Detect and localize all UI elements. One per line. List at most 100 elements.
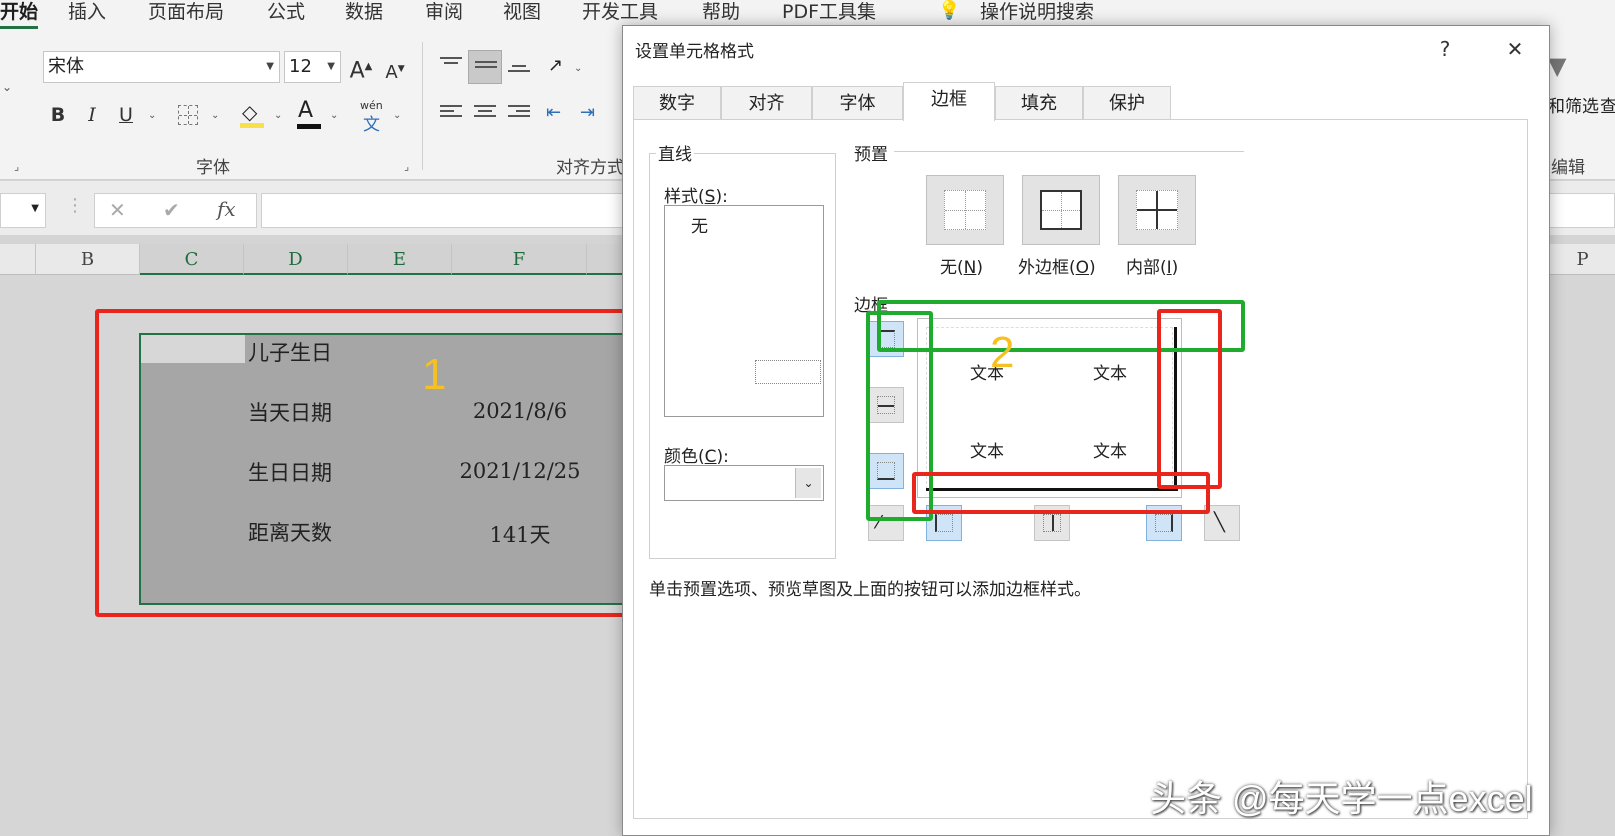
group-divider <box>422 42 423 170</box>
decrease-indent-icon[interactable]: ⇤ <box>546 102 561 123</box>
tab-alignment[interactable]: 对齐 <box>721 86 812 120</box>
style-none-option[interactable]: 无 <box>691 212 708 237</box>
line-style-list[interactable]: 无 <box>664 205 824 417</box>
color-label: 颜色(C): <box>664 447 729 467</box>
fill-color-icon[interactable]: ◇ <box>242 100 257 124</box>
column-f[interactable]: F <box>452 244 587 275</box>
close-button[interactable]: ✕ <box>1495 32 1535 66</box>
preset-outline-icon <box>1040 190 1082 230</box>
fill-color-swatch <box>240 123 264 128</box>
chevron-down-icon: ▼ <box>266 61 274 72</box>
tab-view[interactable]: 视图 <box>503 0 541 24</box>
tab-review[interactable]: 审阅 <box>425 0 463 24</box>
tab-protection[interactable]: 保护 <box>1083 86 1171 120</box>
alignment-group-label: 对齐方式 <box>556 158 624 178</box>
annotation-red-box-right <box>1157 309 1222 489</box>
name-box[interactable]: ▼ <box>0 193 46 228</box>
sort-filter-button[interactable]: 和筛选 <box>1548 92 1599 117</box>
chevron-down-icon[interactable]: ⌄ <box>148 110 156 121</box>
chevron-down-icon[interactable]: ⌄ <box>2 80 12 94</box>
tell-me-search[interactable]: 操作说明搜索 <box>980 0 1094 24</box>
preset-inside-button[interactable] <box>1118 175 1196 245</box>
middle-align-button[interactable] <box>468 50 502 84</box>
preset-group-label: 预置 <box>852 140 890 165</box>
enter-icon[interactable]: ✔ <box>163 198 180 222</box>
chevron-down-icon[interactable]: ⌄ <box>393 110 401 121</box>
align-right-icon[interactable] <box>508 105 530 123</box>
annotation-red-box-1 <box>95 309 628 617</box>
dialog-titlebar[interactable]: 设置单元格格式 ? ✕ <box>623 26 1549 72</box>
column-e[interactable]: E <box>348 244 452 275</box>
italic-button[interactable]: I <box>78 101 106 129</box>
dialog-tabs: 数字 对齐 字体 边框 填充 保护 <box>633 82 1533 121</box>
editing-group-label: 编辑 <box>1551 158 1585 178</box>
tab-border[interactable]: 边框 <box>903 82 995 121</box>
font-size-combo[interactable]: 12 ▼ <box>284 51 341 83</box>
chevron-down-icon[interactable]: ⌄ <box>574 63 582 74</box>
preset-outline-button[interactable] <box>1022 175 1100 245</box>
column-g[interactable] <box>587 244 627 275</box>
chevron-down-icon[interactable]: ⌄ <box>274 110 282 121</box>
column-p[interactable]: P <box>1550 244 1615 275</box>
select-all-corner[interactable] <box>0 244 36 275</box>
insert-function-button[interactable]: fx <box>217 197 236 221</box>
chevron-down-icon[interactable]: ⌄ <box>211 110 219 121</box>
drag-handle-icon[interactable]: ⋮ <box>66 195 84 216</box>
tab-developer[interactable]: 开发工具 <box>582 0 658 24</box>
bold-button[interactable]: B <box>44 101 72 129</box>
orientation-icon[interactable]: ↗ <box>548 55 563 76</box>
shrink-font-button[interactable]: A▼ <box>381 55 409 83</box>
underline-button[interactable]: U <box>112 101 140 129</box>
font-group-label: 字体 <box>196 158 230 178</box>
diagonal-down-icon: ╲ <box>1214 512 1225 533</box>
filter-icon[interactable]: ▼ <box>1548 52 1566 80</box>
align-center-icon[interactable] <box>474 105 496 123</box>
dialog-launcher-icon[interactable]: ⌟ <box>14 160 19 173</box>
increase-indent-icon[interactable]: ⇥ <box>580 102 595 123</box>
watermark: 头条 @每天学一点excel <box>1150 778 1533 819</box>
lightbulb-icon[interactable]: 💡 <box>938 0 960 21</box>
column-c[interactable]: C <box>140 244 244 275</box>
chevron-down-icon: ▼ <box>327 61 335 72</box>
column-b[interactable]: B <box>36 244 140 275</box>
preset-inside-icon <box>1136 190 1178 230</box>
font-color-button[interactable]: A <box>298 98 313 123</box>
tab-formulas[interactable]: 公式 <box>267 0 305 24</box>
hint-text: 单击预置选项、预览草图及上面的按钮可以添加边框样式。 <box>649 580 1091 600</box>
tab-font[interactable]: 字体 <box>812 86 903 120</box>
chevron-down-icon[interactable]: ⌄ <box>330 110 338 121</box>
tab-home[interactable]: 开始 <box>0 0 39 29</box>
preset-none-label: 无(N) <box>940 258 983 278</box>
font-name-value: 宋体 <box>48 56 84 77</box>
border-tab-panel: 直线 样式(S): 无 颜色(C): ⌄ 预置 无(N) 外边框(O) 内部(I… <box>633 119 1528 819</box>
cancel-icon[interactable]: ✕ <box>109 198 126 222</box>
bottom-align-icon[interactable] <box>508 65 530 83</box>
preset-none-button[interactable] <box>926 175 1004 245</box>
tab-fill[interactable]: 填充 <box>995 86 1083 120</box>
annotation-number-1: 1 <box>422 350 447 399</box>
font-dialog-launcher-icon[interactable]: ⌟ <box>404 160 409 173</box>
top-align-icon[interactable] <box>440 57 462 75</box>
find-select-button[interactable]: 查 <box>1600 92 1615 117</box>
font-size-value: 12 <box>289 56 312 77</box>
grow-font-button[interactable]: A▲ <box>347 53 375 83</box>
column-d[interactable]: D <box>244 244 348 275</box>
dialog-title: 设置单元格格式 <box>635 42 754 62</box>
dotted-style-option[interactable] <box>755 360 821 384</box>
tab-pdf-tools[interactable]: PDF工具集 <box>782 0 876 24</box>
phonetic-guide-button[interactable]: 文 <box>363 110 380 135</box>
borders-icon[interactable] <box>178 105 198 125</box>
tab-number[interactable]: 数字 <box>633 86 721 120</box>
tab-help[interactable]: 帮助 <box>702 0 740 24</box>
tab-data[interactable]: 数据 <box>345 0 383 24</box>
chevron-down-icon: ⌄ <box>795 468 821 498</box>
annotation-red-box-bottom <box>912 472 1210 514</box>
color-dropdown[interactable]: ⌄ <box>664 465 824 501</box>
tab-insert[interactable]: 插入 <box>68 0 106 24</box>
preview-text: 文本 <box>970 442 1004 462</box>
help-button[interactable]: ? <box>1425 32 1465 66</box>
align-left-icon[interactable] <box>440 105 462 123</box>
font-name-combo[interactable]: 宋体 ▼ <box>43 51 280 83</box>
preset-outline-label: 外边框(O) <box>1018 258 1096 278</box>
tab-page-layout[interactable]: 页面布局 <box>148 0 224 24</box>
